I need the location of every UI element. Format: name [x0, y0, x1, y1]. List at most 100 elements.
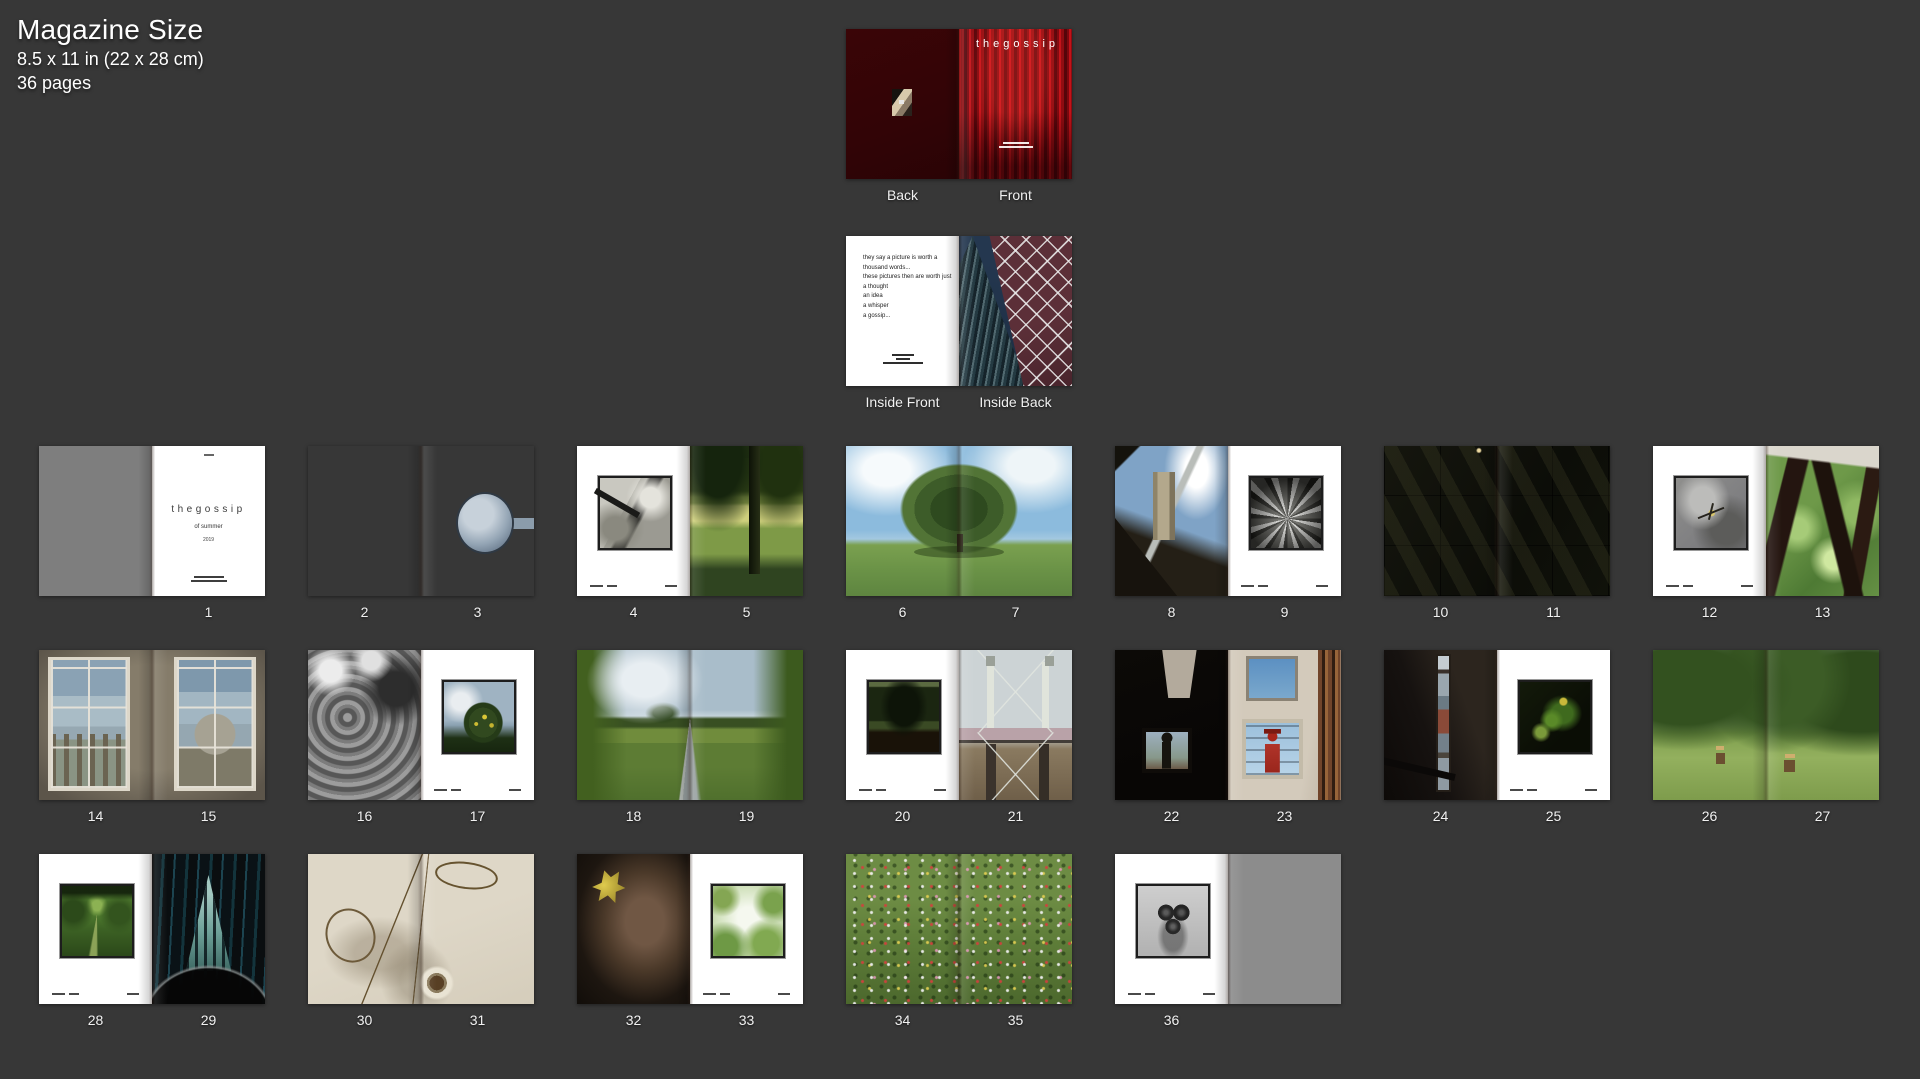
spread-1: thegossip of summer 2019 1: [39, 446, 265, 620]
dark-panels-photo: [1384, 446, 1610, 596]
spread-thumbnail-14-15[interactable]: [39, 650, 265, 800]
inside-spread-thumbnail[interactable]: they say a picture is worth a thousand w…: [846, 236, 1072, 386]
spread-thumbnail-16-17[interactable]: [308, 650, 534, 800]
page-number: 5: [742, 604, 751, 620]
framed-photo-page-dragonfly: [1653, 446, 1766, 596]
magazine-size-info: 8.5 x 11 in (22 x 28 cm): [17, 49, 204, 69]
inside-front-page: they say a picture is worth a thousand w…: [846, 236, 959, 386]
blank-page: [1228, 854, 1341, 1004]
spread-thumbnail-10-11[interactable]: [1384, 446, 1610, 596]
page-number: 11: [1546, 604, 1561, 620]
page-number: 28: [87, 1012, 104, 1028]
page-number: 1: [204, 604, 213, 620]
spread-20-21: 20 21: [846, 650, 1072, 824]
page-number: 35: [1007, 1012, 1024, 1028]
spread-thumbnail-1[interactable]: thegossip of summer 2019: [39, 446, 265, 596]
page-number: 7: [1011, 604, 1020, 620]
page-number: 15: [200, 808, 217, 824]
spread-thumbnail-34-35[interactable]: [846, 854, 1072, 1004]
framed-photo-page-shadow-bw: [577, 446, 690, 596]
spread-thumbnail-6-7[interactable]: [846, 446, 1072, 596]
page-number: 21: [1007, 808, 1024, 824]
spread-14-15: 14 15: [39, 650, 265, 824]
page-number: 6: [898, 604, 907, 620]
spread-4-5: 45: [577, 446, 803, 620]
spread-28-29: 28 29: [39, 854, 265, 1028]
spread-thumbnail-12-13[interactable]: [1653, 446, 1879, 596]
cover-subtitle-lines: [959, 142, 1072, 148]
caption-text: [1510, 789, 1597, 791]
page-number: 32: [625, 1012, 642, 1028]
framed-photo-page-tree-dark: [846, 650, 959, 800]
road-photo: [577, 650, 803, 800]
caption-text: [1666, 585, 1753, 587]
oxford-windows-photo: [39, 650, 265, 800]
front-cover-label: Front: [999, 187, 1032, 203]
inside-cover-spread[interactable]: they say a picture is worth a thousand w…: [846, 236, 1072, 410]
spread-10-11: 10 11: [1384, 446, 1610, 620]
robot-light-photo: [1228, 650, 1341, 800]
page-number: 16: [356, 808, 373, 824]
spread-thumbnail-18-19[interactable]: [577, 650, 803, 800]
tower-photo: [1115, 446, 1228, 596]
spread-thumbnail-28-29[interactable]: [39, 854, 265, 1004]
spread-thumbnail-32-33[interactable]: [577, 854, 803, 1004]
spread-30-31: 30 31: [308, 854, 534, 1028]
page-number: 25: [1545, 808, 1562, 824]
tree-dark-photo: [867, 680, 941, 754]
page-number: 3: [473, 604, 482, 620]
page-number: 9: [1280, 604, 1289, 620]
shadow-bw-photo: [598, 476, 672, 550]
inside-back-photo: [959, 236, 1072, 386]
cover-title: thegossip: [975, 38, 1060, 50]
spread-thumbnail-36[interactable]: [1115, 854, 1341, 1004]
page-number: 18: [625, 808, 642, 824]
wire-wall-photo: [308, 854, 534, 1004]
tree-field-photo: [690, 446, 803, 596]
title-page-year: 2019: [202, 537, 215, 543]
page-number: 2: [360, 604, 369, 620]
page-number: 22: [1163, 808, 1180, 824]
page-number: [1228, 1012, 1341, 1028]
forest-path-photo: [60, 884, 134, 958]
leaf-bw-photo: [1249, 476, 1323, 550]
caption-text: [52, 993, 139, 995]
spread-thumbnail-26-27[interactable]: [1653, 650, 1879, 800]
framed-photo-page-plums-bw: [1115, 854, 1228, 1004]
spread-thumbnail-20-21[interactable]: [846, 650, 1072, 800]
meadow-photo: [846, 854, 1072, 1004]
caption-text: [434, 789, 521, 791]
cover-spread[interactable]: thegossip Back Front: [846, 29, 1072, 203]
spread-8-9: 89: [1115, 446, 1341, 620]
page-number: [39, 604, 152, 620]
spread-thumbnail-4-5[interactable]: [577, 446, 803, 596]
caption-text: [1241, 585, 1328, 587]
page-number: 13: [1814, 604, 1831, 620]
spread-thumbnail-2-3[interactable]: [308, 446, 534, 596]
framed-photo-page-tree-yellow: [421, 650, 534, 800]
back-cover-photo: [846, 29, 959, 179]
page-number: 33: [738, 1012, 755, 1028]
spread-thumbnail-30-31[interactable]: [308, 854, 534, 1004]
glass-dark-photo: [152, 854, 265, 1004]
caption-text: [590, 585, 677, 587]
blank-page: [39, 446, 152, 596]
caption-text: [703, 993, 790, 995]
foliage-night-photo: [1518, 680, 1592, 754]
spread-thumbnail-24-25[interactable]: [1384, 650, 1610, 800]
spread-18-19: 18 19: [577, 650, 803, 824]
page-number: 30: [356, 1012, 373, 1028]
spread-6-7: 67: [846, 446, 1072, 620]
spread-thumbnail-8-9[interactable]: [1115, 446, 1341, 596]
page-number: 26: [1701, 808, 1718, 824]
page-number: 17: [469, 808, 486, 824]
page-number: 12: [1701, 604, 1718, 620]
spread-36: 36: [1115, 854, 1341, 1028]
spread-16-17: 16 17: [308, 650, 534, 824]
title-page-subtitle: of summer: [194, 524, 223, 530]
spread-thumbnail-22-23[interactable]: [1115, 650, 1341, 800]
page-number: 4: [629, 604, 638, 620]
spread-26-27: 26 27: [1653, 650, 1879, 824]
cover-spread-thumbnail[interactable]: thegossip: [846, 29, 1072, 179]
page-number: 36: [1163, 1012, 1180, 1028]
